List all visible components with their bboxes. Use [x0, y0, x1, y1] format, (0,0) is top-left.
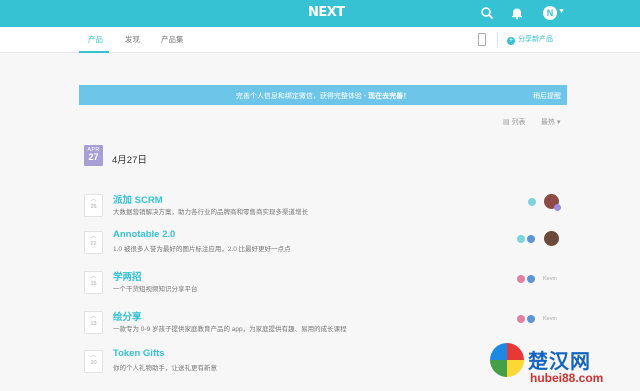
plus-icon: + — [507, 37, 515, 45]
share-product-button[interactable]: + 分享新产品 — [507, 34, 553, 45]
product-name[interactable]: Token Gifts — [113, 348, 165, 359]
upvote-arrow-icon: ︿ — [90, 353, 97, 359]
share-product-label: 分享新产品 — [518, 36, 553, 43]
product-description: 1.0 被很多人誉为最好的图片标注应用，2.0 比最好更好一点点 — [113, 246, 291, 253]
vote-count: 26 — [90, 204, 97, 210]
product-description: 一个干货短视频知识分享平台 — [113, 286, 198, 293]
hunter-name[interactable]: Kevin — [543, 276, 557, 282]
upvote-arrow-icon: ︿ — [90, 197, 97, 203]
tab-products[interactable]: 产品 — [88, 34, 103, 45]
vote-count: 22 — [90, 241, 97, 247]
upvote-arrow-icon: ︿ — [90, 274, 97, 280]
topic-icon[interactable] — [517, 315, 525, 323]
user-avatar[interactable]: N — [543, 6, 557, 20]
mobile-app-icon[interactable] — [478, 33, 486, 46]
product-description: 你的个人礼物助手，让送礼更有新意 — [113, 365, 217, 372]
topic-icon[interactable] — [517, 275, 525, 283]
topic-icon[interactable] — [528, 198, 536, 206]
upvote-button[interactable]: ︿ 13 — [84, 311, 103, 334]
vote-count: 13 — [90, 321, 97, 327]
upvote-arrow-icon: ︿ — [90, 314, 97, 320]
vote-count: 15 — [90, 281, 97, 287]
view-toggle[interactable]: ▤ 列表 — [503, 117, 526, 127]
sub-nav: 产品 发现 产品集 + 分享新产品 — [0, 27, 640, 53]
banner-message: 完善个人信息和绑定微信，获得完整体验 - — [235, 93, 369, 100]
upvote-arrow-icon: ︿ — [90, 234, 97, 240]
product-item[interactable]: ︿ 26 派加 SCRM 大数据营销解决方案，助力各行业的品牌商和零售商实现多渠… — [84, 192, 569, 232]
divider — [497, 33, 498, 47]
complete-profile-link[interactable]: 现在去完善！ — [368, 93, 410, 100]
product-item[interactable]: ︿ 22 Annotable 2.0 1.0 被很多人誉为最好的图片标注应用，2… — [84, 229, 569, 269]
tab-collections[interactable]: 产品集 — [161, 34, 184, 45]
date-title: 4月27日 — [112, 155, 147, 166]
top-bar: NEXT N ▼ — [0, 0, 640, 27]
upvote-button[interactable]: ︿ 22 — [84, 231, 103, 254]
profile-banner: 完善个人信息和绑定微信，获得完整体验 - 现在去完善！ 稍后提醒 — [79, 85, 567, 105]
active-tab-indicator — [79, 51, 109, 53]
app-logo[interactable]: NEXT — [308, 5, 345, 20]
sort-label: 最热 — [541, 119, 555, 126]
chevron-down-icon[interactable]: ▼ — [558, 8, 565, 15]
remind-later-link[interactable]: 稍后提醒 — [533, 91, 561, 101]
tab-discover[interactable]: 发现 — [125, 34, 140, 45]
product-name[interactable]: 绘分享 — [113, 309, 142, 323]
watermark-url: hubei88.com — [530, 371, 604, 385]
upvote-button[interactable]: ︿ 26 — [84, 194, 103, 217]
site-watermark: 楚汉网 hubei88.com — [490, 343, 640, 391]
topic-icon[interactable] — [527, 235, 535, 243]
sort-dropdown[interactable]: 最热 ▾ — [541, 117, 560, 127]
hunter-name[interactable]: Kevin — [543, 316, 557, 322]
calendar-badge: APR 27 — [84, 145, 103, 166]
watermark-logo-icon — [490, 343, 524, 377]
product-item[interactable]: ︿ 15 学两招 一个干货短视频知识分享平台 Kevin — [84, 269, 569, 309]
maker-badge-icon — [554, 204, 561, 211]
vote-count: 10 — [90, 360, 97, 366]
topic-icon[interactable] — [517, 235, 525, 243]
bell-icon[interactable] — [510, 6, 524, 20]
topic-icon[interactable] — [527, 315, 535, 323]
product-name[interactable]: Annotable 2.0 — [113, 229, 175, 240]
search-icon[interactable] — [480, 6, 494, 20]
hunter-avatar[interactable] — [544, 231, 559, 246]
watermark-title: 楚汉网 — [528, 349, 591, 373]
product-name[interactable]: 学两招 — [113, 269, 142, 283]
upvote-button[interactable]: ︿ 10 — [84, 350, 103, 373]
calendar-day: 27 — [88, 152, 99, 162]
product-description: 大数据营销解决方案，助力各行业的品牌商和零售商实现多渠道增长 — [113, 209, 308, 216]
topic-icon[interactable] — [527, 275, 535, 283]
product-name[interactable]: 派加 SCRM — [113, 192, 163, 206]
view-label: 列表 — [511, 119, 526, 126]
product-description: 一款专为 0-9 岁孩子提供家庭教育产品的 app，为家庭提供有趣、易用的成长课… — [113, 326, 347, 333]
upvote-button[interactable]: ︿ 15 — [84, 271, 103, 294]
